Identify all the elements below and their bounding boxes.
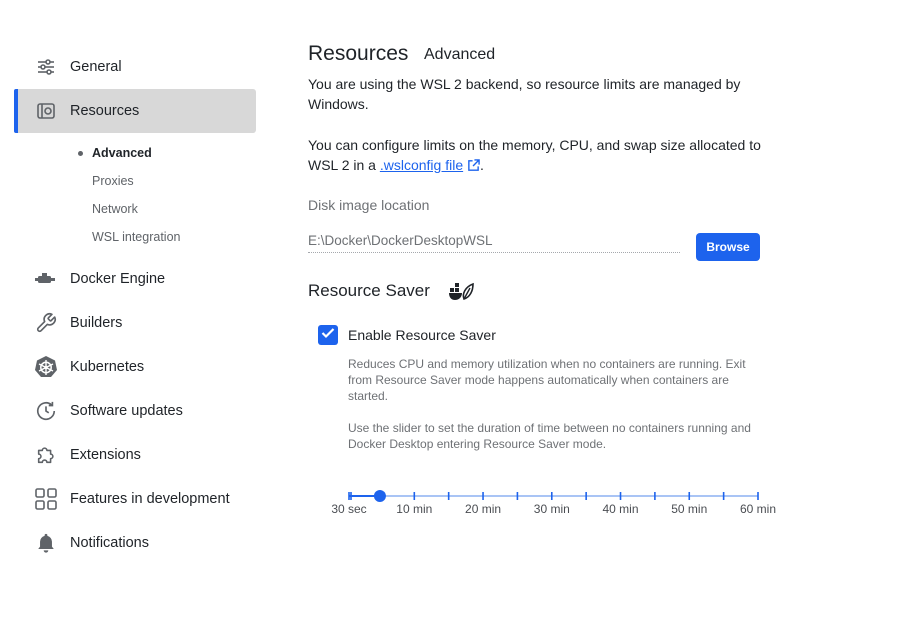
enable-resource-saver-label: Enable Resource Saver bbox=[348, 327, 496, 343]
wslconfig-link-label: .wslconfig file bbox=[379, 157, 464, 173]
enable-resource-saver-checkbox[interactable] bbox=[318, 325, 338, 345]
wslconfig-link[interactable]: .wslconfig file bbox=[380, 157, 463, 173]
active-bullet bbox=[78, 151, 83, 156]
wsl-backend-text: You are using the WSL 2 backend, so reso… bbox=[308, 76, 741, 112]
sidebar-item-label: Builders bbox=[70, 315, 123, 331]
sidebar-item-software-updates[interactable]: Software updates bbox=[14, 389, 256, 433]
sidebar-item-label: Software updates bbox=[70, 403, 183, 419]
sidebar-item-label: Features in development bbox=[70, 491, 230, 507]
wrench-icon bbox=[34, 311, 58, 335]
subnav-network[interactable]: Network bbox=[92, 202, 138, 216]
clock-update-icon bbox=[34, 399, 58, 423]
disk-image-path-field[interactable]: E:\Docker\DockerDesktopWSL bbox=[308, 233, 680, 253]
slider-tick-label: 10 min bbox=[396, 502, 433, 516]
sidebar-item-label: Kubernetes bbox=[70, 359, 145, 375]
slider-tick-label: 30 min bbox=[533, 502, 570, 516]
whale-leaf-icon bbox=[448, 280, 474, 302]
resource-saver-title: Resource Saver bbox=[308, 281, 430, 300]
sidebar-item-label: Notifications bbox=[70, 535, 149, 551]
slider-tick-label: 50 min bbox=[671, 502, 708, 516]
subnav-wsl-integration[interactable]: WSL integration bbox=[92, 230, 180, 244]
sidebar-item-label: Extensions bbox=[70, 447, 141, 463]
page-title: Resources bbox=[308, 42, 409, 65]
settings-main-panel: Resources Advanced You are using the WSL… bbox=[308, 0, 908, 623]
resources-icon bbox=[34, 99, 58, 123]
sidebar-item-general[interactable]: General bbox=[14, 45, 256, 89]
resource-saver-slider-hint: Use the slider to set the duration of ti… bbox=[348, 421, 751, 451]
grid-icon bbox=[34, 487, 58, 511]
wsl-config-text-suffix: . bbox=[480, 157, 484, 173]
slider-tick-label: 30 sec bbox=[331, 502, 367, 516]
external-link-icon bbox=[467, 157, 480, 177]
sidebar-item-label: Resources bbox=[70, 103, 140, 119]
sidebar-item-label: General bbox=[70, 59, 122, 75]
slider-tick-label: 20 min bbox=[465, 502, 502, 516]
sidebar-item-extensions[interactable]: Extensions bbox=[14, 433, 256, 477]
tab-advanced[interactable]: Advanced bbox=[424, 46, 495, 64]
helm-wheel-icon bbox=[34, 355, 58, 379]
whale-engine-icon bbox=[34, 267, 58, 291]
wsl-config-text-prefix: You can configure limits on the memory, … bbox=[308, 137, 761, 173]
sidebar-item-resources[interactable]: Resources bbox=[14, 89, 256, 133]
sidebar-item-label: Docker Engine bbox=[70, 271, 166, 287]
disk-image-location-label: Disk image location bbox=[308, 197, 430, 213]
bell-icon bbox=[34, 531, 58, 555]
sidebar-item-notifications[interactable]: Notifications bbox=[14, 521, 256, 565]
settings-sidebar: General Resources Advanced Proxies Netwo… bbox=[0, 0, 270, 623]
slider-thumb[interactable] bbox=[373, 490, 386, 502]
browse-button[interactable]: Browse bbox=[696, 233, 760, 261]
slider-tick-label: 40 min bbox=[602, 502, 639, 516]
subnav-advanced[interactable]: Advanced bbox=[92, 146, 152, 160]
puzzle-icon bbox=[34, 443, 58, 467]
sidebar-item-docker-engine[interactable]: Docker Engine bbox=[14, 257, 256, 301]
slider-tick-label: 60 min bbox=[739, 502, 777, 516]
sidebar-item-features-in-development[interactable]: Features in development bbox=[14, 477, 256, 521]
sidebar-item-kubernetes[interactable]: Kubernetes bbox=[14, 345, 256, 389]
wsl-config-text: You can configure limits on the memory, … bbox=[308, 135, 778, 177]
sidebar-item-builders[interactable]: Builders bbox=[14, 301, 256, 345]
resource-saver-description: Reduces CPU and memory utilization when … bbox=[348, 357, 746, 403]
checkmark-icon bbox=[321, 326, 335, 344]
subnav-proxies[interactable]: Proxies bbox=[92, 174, 134, 188]
sliders-icon bbox=[34, 55, 58, 79]
